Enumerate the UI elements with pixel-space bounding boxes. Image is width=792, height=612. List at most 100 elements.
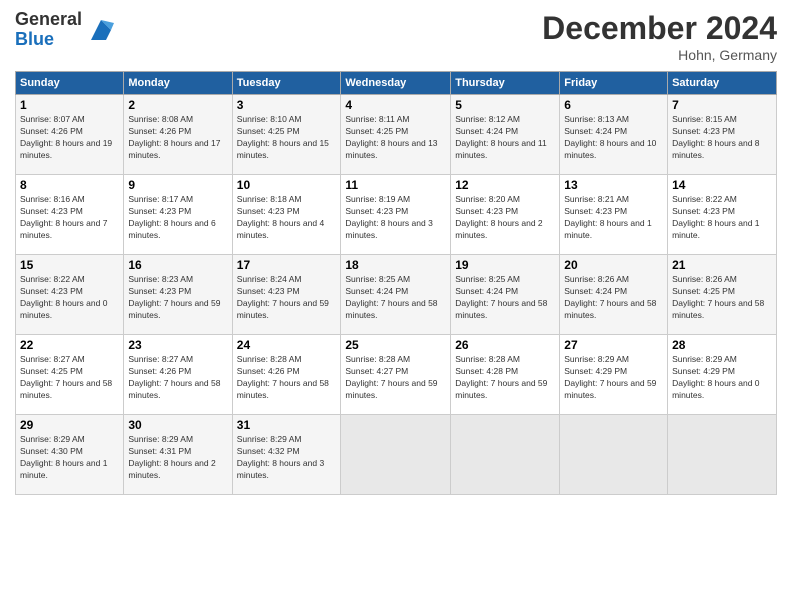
table-row: 21 Sunrise: 8:26 AMSunset: 4:25 PMDayligh… (668, 255, 777, 335)
day-info-line: Daylight: 8 hours and 1 minute. (564, 218, 663, 242)
day-info-line: Sunrise: 8:07 AM (20, 114, 119, 126)
day-info: Sunrise: 8:29 AMSunset: 4:29 PMDaylight:… (564, 354, 663, 402)
day-info-line: Daylight: 7 hours and 58 minutes. (128, 378, 227, 402)
day-info: Sunrise: 8:25 AMSunset: 4:24 PMDaylight:… (345, 274, 446, 322)
day-info: Sunrise: 8:16 AMSunset: 4:23 PMDaylight:… (20, 194, 119, 242)
day-info: Sunrise: 8:15 AMSunset: 4:23 PMDaylight:… (672, 114, 772, 162)
day-info-line: Sunset: 4:28 PM (455, 366, 555, 378)
table-row: 23Sunrise: 8:27 AMSunset: 4:26 PMDayligh… (124, 335, 232, 415)
day-number: 31 (237, 418, 337, 432)
day-info: Sunrise: 8:17 AMSunset: 4:23 PMDaylight:… (128, 194, 227, 242)
day-info-line: Daylight: 8 hours and 3 minutes. (345, 218, 446, 242)
day-info-line: Sunset: 4:29 PM (672, 366, 772, 378)
table-row: 19Sunrise: 8:25 AMSunset: 4:24 PMDayligh… (451, 255, 560, 335)
day-number: 4 (345, 98, 446, 112)
day-info-line: Sunrise: 8:25 AM (455, 274, 555, 286)
day-info: Sunrise: 8:22 AMSunset: 4:23 PMDaylight:… (20, 274, 119, 322)
day-info: Sunrise: 8:29 AMSunset: 4:29 PMDaylight:… (672, 354, 772, 402)
day-info-line: Sunset: 4:24 PM (564, 286, 663, 298)
logo-icon (86, 15, 116, 45)
day-info-line: Sunset: 4:27 PM (345, 366, 446, 378)
logo: General Blue (15, 10, 116, 50)
day-info-line: Sunset: 4:25 PM (672, 286, 772, 298)
day-info: Sunrise: 8:25 AMSunset: 4:24 PMDaylight:… (455, 274, 555, 322)
day-info-line: Daylight: 8 hours and 10 minutes. (564, 138, 663, 162)
month-title: December 2024 (542, 10, 777, 47)
day-info-line: Sunset: 4:25 PM (237, 126, 337, 138)
day-info-line: Sunrise: 8:29 AM (672, 354, 772, 366)
day-info-line: Sunset: 4:23 PM (128, 286, 227, 298)
day-number: 21 (672, 258, 772, 272)
table-row (341, 415, 451, 495)
day-info-line: Sunset: 4:32 PM (237, 446, 337, 458)
day-info-line: Daylight: 7 hours and 59 minutes. (455, 378, 555, 402)
day-info-line: Sunrise: 8:26 AM (672, 274, 772, 286)
col-thursday: Thursday (451, 72, 560, 95)
day-info-line: Daylight: 8 hours and 19 minutes. (20, 138, 119, 162)
table-row: 10Sunrise: 8:18 AMSunset: 4:23 PMDayligh… (232, 175, 341, 255)
day-info: Sunrise: 8:21 AMSunset: 4:23 PMDaylight:… (564, 194, 663, 242)
day-info-line: Sunrise: 8:11 AM (345, 114, 446, 126)
day-info-line: Sunset: 4:24 PM (564, 126, 663, 138)
day-info-line: Sunset: 4:23 PM (20, 206, 119, 218)
table-row: 26Sunrise: 8:28 AMSunset: 4:28 PMDayligh… (451, 335, 560, 415)
table-row: 28Sunrise: 8:29 AMSunset: 4:29 PMDayligh… (668, 335, 777, 415)
table-row (451, 415, 560, 495)
day-number: 7 (672, 98, 772, 112)
day-info-line: Daylight: 8 hours and 3 minutes. (237, 458, 337, 482)
day-info-line: Sunrise: 8:29 AM (564, 354, 663, 366)
day-info: Sunrise: 8:26 AMSunset: 4:24 PMDaylight:… (564, 274, 663, 322)
day-info: Sunrise: 8:29 AMSunset: 4:31 PMDaylight:… (128, 434, 227, 482)
day-info-line: Daylight: 8 hours and 17 minutes. (128, 138, 227, 162)
col-sunday: Sunday (16, 72, 124, 95)
table-row: 5Sunrise: 8:12 AMSunset: 4:24 PMDaylight… (451, 95, 560, 175)
calendar-week-row: 22Sunrise: 8:27 AMSunset: 4:25 PMDayligh… (16, 335, 777, 415)
day-info-line: Daylight: 7 hours and 58 minutes. (455, 298, 555, 322)
day-info-line: Sunrise: 8:29 AM (237, 434, 337, 446)
day-info-line: Daylight: 8 hours and 0 minutes. (20, 298, 119, 322)
day-info-line: Sunset: 4:24 PM (455, 126, 555, 138)
day-info-line: Sunrise: 8:22 AM (672, 194, 772, 206)
day-number: 14 (672, 178, 772, 192)
day-info-line: Sunset: 4:26 PM (237, 366, 337, 378)
day-info-line: Sunrise: 8:28 AM (237, 354, 337, 366)
day-info-line: Daylight: 7 hours and 58 minutes. (672, 298, 772, 322)
day-info-line: Daylight: 8 hours and 2 minutes. (455, 218, 555, 242)
day-number: 17 (237, 258, 337, 272)
location: Hohn, Germany (542, 47, 777, 63)
day-info-line: Sunrise: 8:28 AM (455, 354, 555, 366)
day-info-line: Sunset: 4:23 PM (672, 206, 772, 218)
day-info-line: Daylight: 8 hours and 1 minute. (672, 218, 772, 242)
day-info-line: Sunset: 4:25 PM (20, 366, 119, 378)
day-info-line: Sunrise: 8:21 AM (564, 194, 663, 206)
table-row: 29Sunrise: 8:29 AMSunset: 4:30 PMDayligh… (16, 415, 124, 495)
page: General Blue December 2024 Hohn, Germany… (0, 0, 792, 612)
day-info-line: Daylight: 7 hours and 59 minutes. (564, 378, 663, 402)
day-info-line: Sunset: 4:31 PM (128, 446, 227, 458)
table-row (560, 415, 668, 495)
day-number: 16 (128, 258, 227, 272)
table-row: 14 Sunrise: 8:22 AMSunset: 4:23 PMDayligh… (668, 175, 777, 255)
day-info-line: Daylight: 8 hours and 11 minutes. (455, 138, 555, 162)
title-block: December 2024 Hohn, Germany (542, 10, 777, 63)
day-info: Sunrise: 8:24 AMSunset: 4:23 PMDaylight:… (237, 274, 337, 322)
day-number: 9 (128, 178, 227, 192)
day-info-line: Sunset: 4:23 PM (455, 206, 555, 218)
day-info-line: Sunset: 4:26 PM (20, 126, 119, 138)
logo-general: General (15, 9, 82, 29)
table-row: 24Sunrise: 8:28 AMSunset: 4:26 PMDayligh… (232, 335, 341, 415)
col-saturday: Saturday (668, 72, 777, 95)
day-info: Sunrise: 8:19 AMSunset: 4:23 PMDaylight:… (345, 194, 446, 242)
day-number: 30 (128, 418, 227, 432)
day-info: Sunrise: 8:13 AMSunset: 4:24 PMDaylight:… (564, 114, 663, 162)
day-info-line: Daylight: 7 hours and 58 minutes. (345, 298, 446, 322)
day-number: 24 (237, 338, 337, 352)
day-info: Sunrise: 8:11 AMSunset: 4:25 PMDaylight:… (345, 114, 446, 162)
day-info-line: Daylight: 8 hours and 1 minute. (20, 458, 119, 482)
day-info: Sunrise: 8:29 AMSunset: 4:32 PMDaylight:… (237, 434, 337, 482)
day-info-line: Sunrise: 8:28 AM (345, 354, 446, 366)
day-info: Sunrise: 8:22 AMSunset: 4:23 PMDaylight:… (672, 194, 772, 242)
day-info-line: Sunset: 4:30 PM (20, 446, 119, 458)
table-row: 31 Sunrise: 8:29 AMSunset: 4:32 PMDayligh… (232, 415, 341, 495)
day-info-line: Sunrise: 8:17 AM (128, 194, 227, 206)
